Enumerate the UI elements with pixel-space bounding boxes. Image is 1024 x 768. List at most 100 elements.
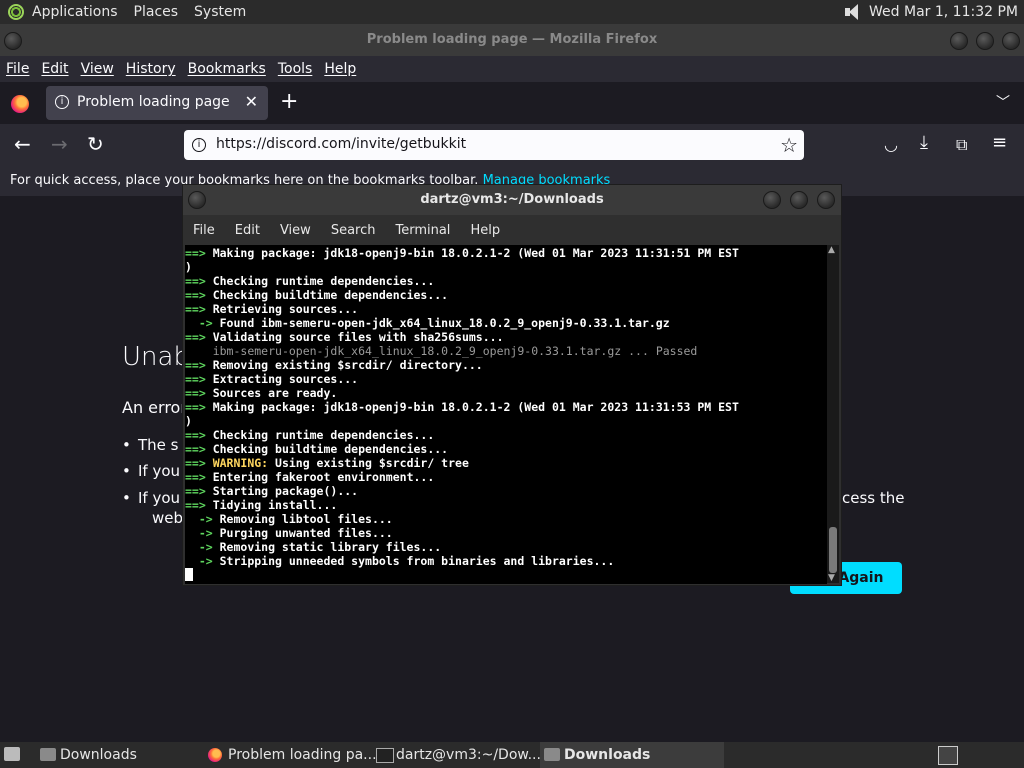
term-menu-help[interactable]: Help [460,223,510,238]
tab-problem-loading[interactable]: i Problem loading page ✕ [46,86,268,120]
terminal-line: -> Removing libtool files... [185,512,827,526]
terminal-icon [376,748,394,763]
ff-menu-view[interactable]: View [75,61,120,77]
terminal-line-text: Removing static library files... [219,540,442,554]
extensions-icon[interactable]: ⧉ [956,135,967,155]
ff-menu-edit[interactable]: Edit [35,61,74,77]
terminal-line-text: Removing libtool files... [219,512,393,526]
firefox-titlebar: Problem loading page — Mozilla Firefox [0,24,1024,56]
scroll-up-icon[interactable]: ▲ [828,245,835,255]
scrollbar-thumb[interactable] [829,527,837,573]
terminal-line-text: ibm-semeru-open-jdk_x64_linux_18.0.2_9_o… [212,344,698,358]
terminal-line-text: ) [185,260,192,274]
distro-logo-icon[interactable] [8,4,24,20]
terminal-prompt-line [185,568,827,582]
reload-icon[interactable]: ↻ [87,132,104,156]
ff-menu-file[interactable]: File [0,61,35,77]
ff-menu-help[interactable]: Help [318,61,362,77]
terminal-line-prefix: ==> [185,428,213,442]
terminal-line-text: Removing existing $srcdir/ directory... [212,358,483,372]
terminal-line-text: Using existing $srcdir/ tree [268,456,469,470]
terminal-line: -> Stripping unneeded symbols from binar… [185,554,827,568]
error-title: Unab [122,342,190,372]
taskbar-label: dartz@vm3:~/Dow... [396,747,541,763]
hamburger-menu-icon[interactable]: ≡ [992,132,1007,153]
terminal-line-text: Making package: jdk18-openj9-bin 18.0.2.… [212,246,739,260]
show-desktop-icon[interactable] [4,747,20,761]
terminal-window: dartz@vm3:~/Downloads File Edit View Sea… [182,184,842,586]
taskbar-item-firefox[interactable]: Problem loading pa... [204,742,388,768]
folder-icon [544,748,560,761]
terminal-line: ==> Validating source files with sha256s… [185,330,827,344]
ff-menu-tools[interactable]: Tools [272,61,319,77]
url-bar[interactable]: i https://discord.com/invite/getbukkit ☆ [184,130,804,160]
minimize-button[interactable] [950,32,968,50]
terminal-line-text: Purging unwanted files... [219,526,393,540]
url-text[interactable]: https://discord.com/invite/getbukkit [216,136,466,152]
site-info-icon[interactable]: i [192,138,206,152]
ff-menu-history[interactable]: History [120,61,182,77]
forward-arrow-icon[interactable]: → [51,132,68,156]
error-description: An error [122,398,187,417]
menu-places[interactable]: Places [126,0,187,24]
downloads-icon[interactable]: ⤓ [920,132,928,153]
volume-icon[interactable] [843,3,861,21]
terminal-close-button[interactable] [817,191,835,209]
scroll-down-icon[interactable]: ▼ [828,573,835,583]
ff-menu-bookmarks[interactable]: Bookmarks [182,61,272,77]
panel-clock[interactable]: Wed Mar 1, 11:32 PM [869,4,1024,20]
terminal-cursor [185,568,193,581]
term-menu-search[interactable]: Search [321,223,386,238]
terminal-line: ibm-semeru-open-jdk_x64_linux_18.0.2_9_o… [185,344,827,358]
term-menu-file[interactable]: File [183,223,225,238]
terminal-line-text: Checking buildtime dependencies... [212,288,449,302]
terminal-title: dartz@vm3:~/Downloads [420,192,604,207]
terminal-scrollbar[interactable]: ▲ ▼ [827,245,839,583]
maximize-button[interactable] [976,32,994,50]
terminal-line-prefix: ==> [185,358,213,372]
taskbar-item-downloads-active[interactable]: Downloads [540,742,724,768]
terminal-line: ==> WARNING: Using existing $srcdir/ tre… [185,456,827,470]
new-tab-plus-icon[interactable]: + [280,89,298,114]
terminal-line: ) [185,260,827,274]
bookmark-star-icon[interactable]: ☆ [780,133,798,157]
firefox-view-icon[interactable] [11,95,29,113]
menu-applications[interactable]: Applications [24,0,126,24]
pocket-icon[interactable]: ◡ [884,135,898,154]
terminal-line-prefix: ==> [185,274,213,288]
terminal-maximize-button[interactable] [790,191,808,209]
taskbar-item-terminal[interactable]: dartz@vm3:~/Dow... [372,742,556,768]
term-menu-view[interactable]: View [270,223,321,238]
term-menu-edit[interactable]: Edit [225,223,270,238]
terminal-line: ==> Checking runtime dependencies... [185,428,827,442]
error-bullet-1: The s [122,436,179,454]
terminal-line: ) [185,414,827,428]
terminal-window-menu-button[interactable] [188,191,206,209]
menu-system[interactable]: System [186,0,254,24]
window-menu-button[interactable] [4,32,22,50]
terminal-line-text: Checking runtime dependencies... [212,428,435,442]
top-panel: Applications Places System Wed Mar 1, 11… [0,0,1024,24]
terminal-line: ==> Extracting sources... [185,372,827,386]
taskbar-label: Downloads [60,747,137,763]
terminal-line-text: Stripping unneeded symbols from binaries… [219,554,615,568]
taskbar-item-downloads[interactable]: Downloads [36,742,220,768]
firefox-window-title: Problem loading page — Mozilla Firefox [366,32,658,47]
terminal-line-prefix: ==> [185,498,213,512]
terminal-output[interactable]: ==> Making package: jdk18-openj9-bin 18.… [185,245,827,584]
tab-title: Problem loading page [77,94,230,110]
workspace-switcher-icon[interactable] [938,746,958,765]
tab-close-icon[interactable]: ✕ [245,92,258,111]
terminal-line-prefix: ==> [185,386,213,400]
terminal-line-prefix: ==> [185,456,213,470]
terminal-minimize-button[interactable] [763,191,781,209]
firefox-icon [208,748,222,762]
close-window-button[interactable] [1002,32,1020,50]
term-menu-terminal[interactable]: Terminal [385,223,460,238]
terminal-line-prefix: -> [185,512,220,526]
terminal-line: ==> Removing existing $srcdir/ directory… [185,358,827,372]
back-arrow-icon[interactable]: ← [14,132,31,156]
terminal-line: -> Removing static library files... [185,540,827,554]
terminal-menubar: File Edit View Search Terminal Help [183,215,841,245]
list-all-tabs-chevron-icon[interactable]: ﹀ [996,92,1010,112]
